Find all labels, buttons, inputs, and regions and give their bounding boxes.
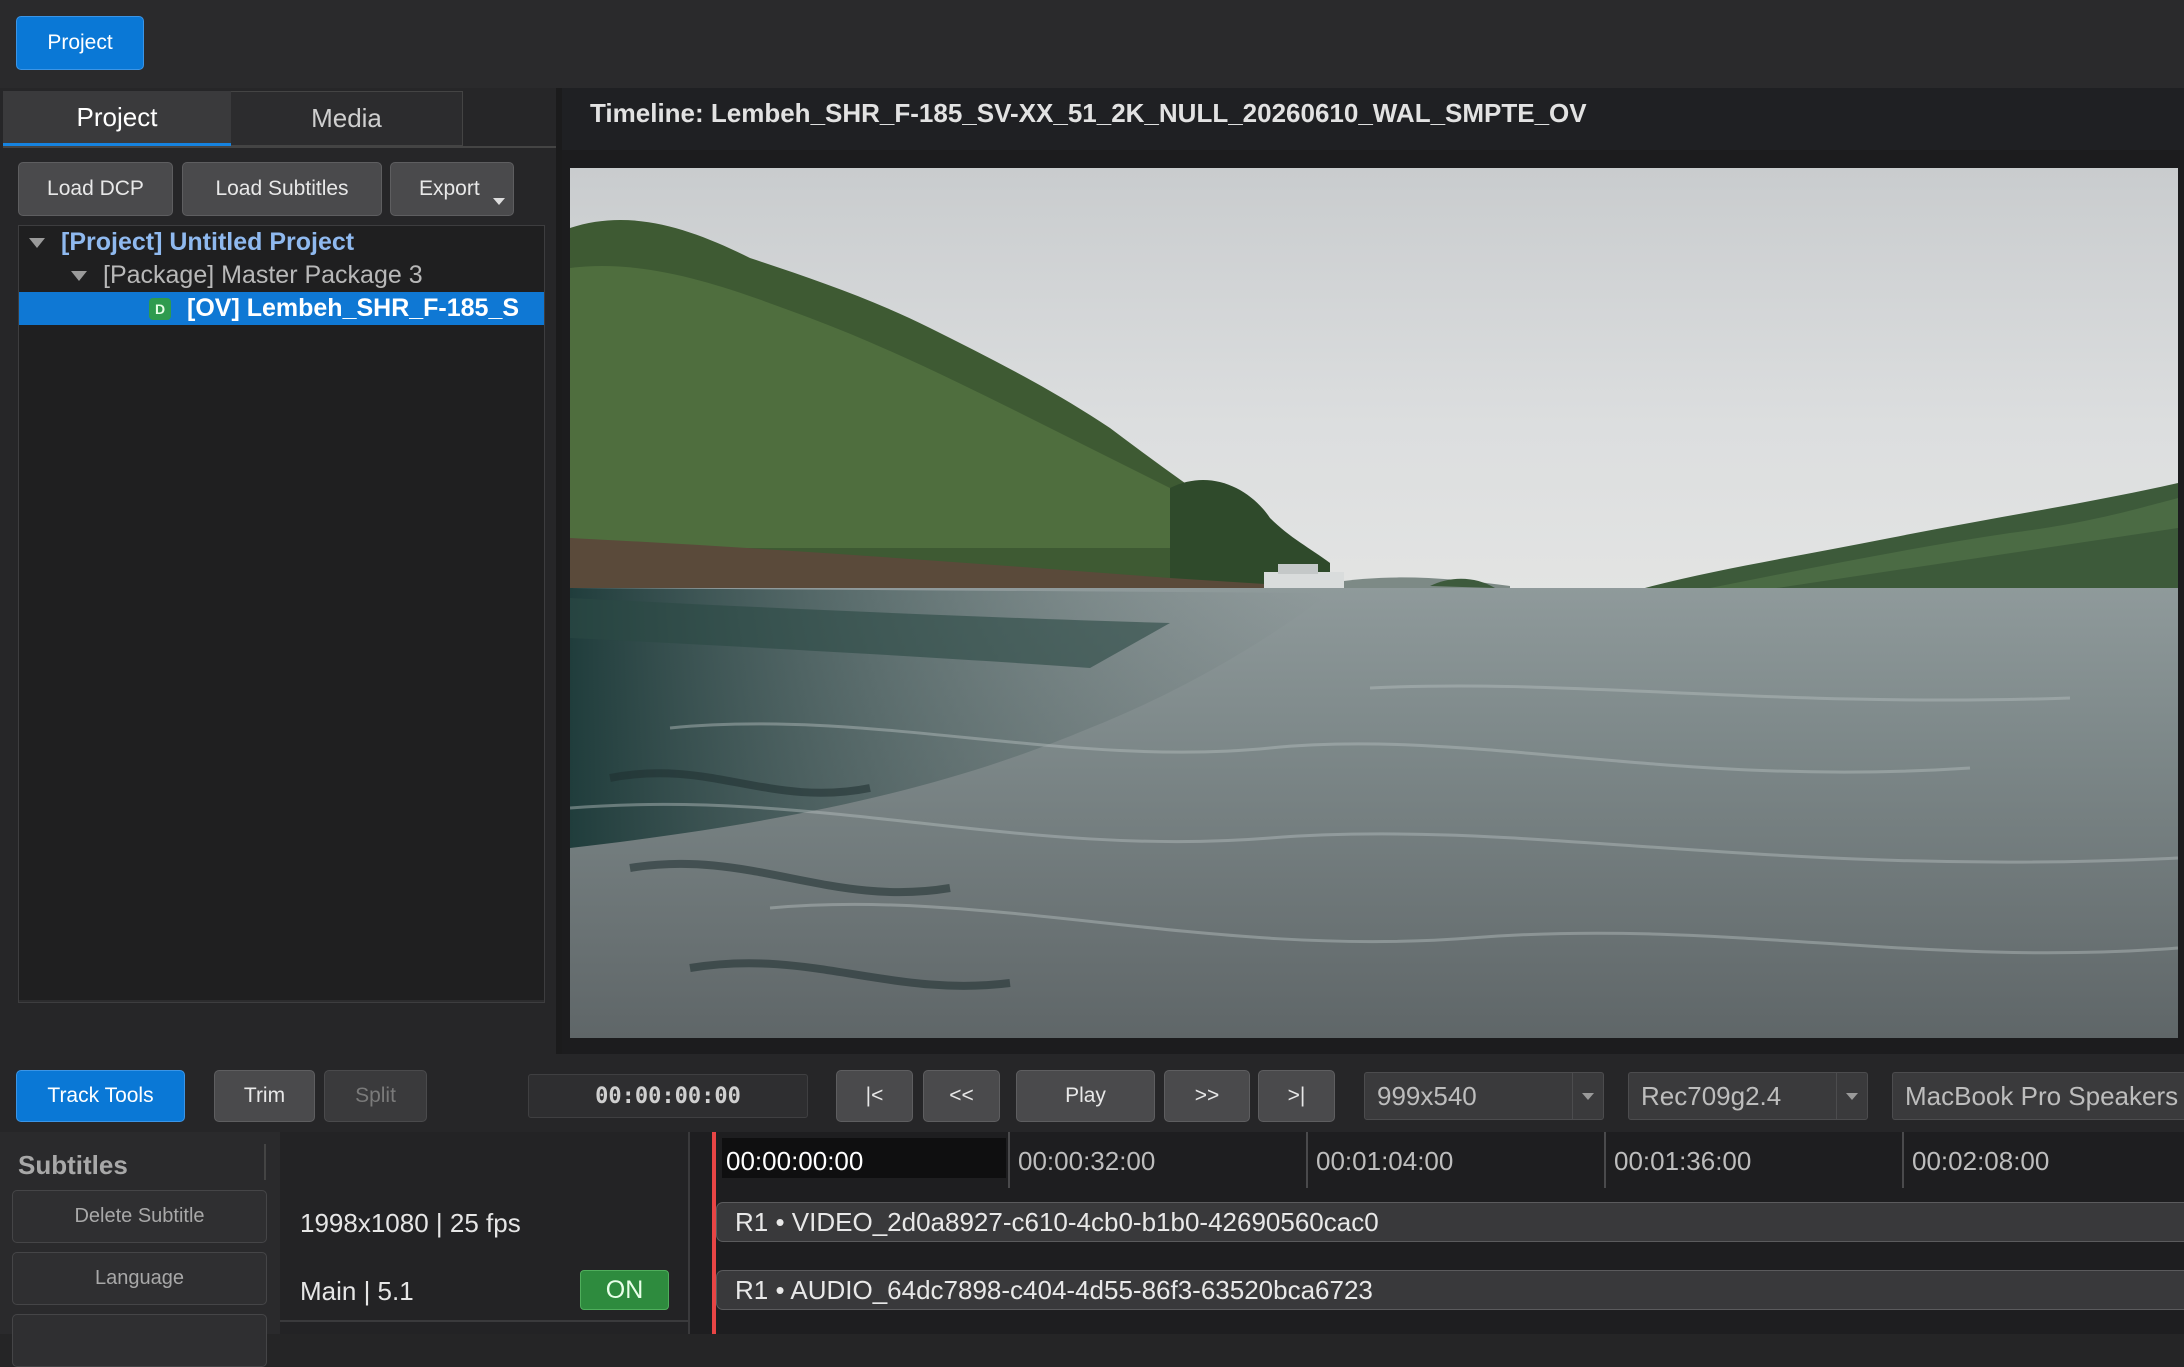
- ruler-label: 00:01:36:00: [1614, 1146, 1752, 1176]
- chevron-down-icon: [1572, 1073, 1603, 1119]
- timeline-title: Timeline: Lembeh_SHR_F-185_SV-XX_51_2K_N…: [590, 98, 1587, 128]
- project-button[interactable]: Project: [16, 16, 144, 70]
- delete-subtitle-button[interactable]: Delete Subtitle: [12, 1190, 267, 1243]
- tree-item-package[interactable]: [Package] Master Package 3: [19, 259, 544, 292]
- video-track-format: 1998x1080 | 25 fps: [300, 1208, 521, 1238]
- audio-output-select[interactable]: MacBook Pro Speakers: [1892, 1072, 2184, 1120]
- audio-track-clip[interactable]: R1 • AUDIO_64dc7898-c404-4d55-86f3-63520…: [716, 1270, 2184, 1310]
- tree-item-label: [Package] Master Package 3: [103, 261, 423, 289]
- top-toolbar: Project: [0, 0, 2184, 88]
- resolution-select-value: 999x540: [1377, 1080, 1477, 1111]
- audio-output-select-value: MacBook Pro Speakers: [1905, 1080, 2179, 1111]
- track-headers: 1998x1080 | 25 fps Main | 5.1 ON: [280, 1132, 690, 1334]
- video-frame: [570, 168, 2178, 1038]
- expand-triangle-icon[interactable]: [29, 237, 45, 248]
- dropdown-arrow-icon: [493, 198, 505, 205]
- go-to-end-button[interactable]: >|: [1258, 1070, 1335, 1122]
- dcp-badge-icon: D: [149, 297, 171, 320]
- ruler-tick: [1306, 1132, 1308, 1188]
- ruler-tick: [1604, 1132, 1606, 1188]
- track-separator: [280, 1320, 690, 1322]
- export-label: Export: [419, 177, 480, 200]
- colorspace-select-value: Rec709g2.4: [1641, 1080, 1782, 1111]
- viewer-title-bar: Timeline: Lembeh_SHR_F-185_SV-XX_51_2K_N…: [562, 88, 2184, 150]
- ruler-label: 00:02:08:00: [1912, 1146, 2050, 1176]
- timecode-display[interactable]: 00:00:00:00: [528, 1074, 808, 1118]
- ruler-tick: [1008, 1132, 1010, 1188]
- go-to-start-button[interactable]: |<: [836, 1070, 913, 1122]
- export-button[interactable]: Export: [390, 162, 514, 216]
- expand-triangle-icon[interactable]: [71, 270, 87, 281]
- track-tools-button[interactable]: Track Tools: [16, 1070, 185, 1122]
- fast-forward-button[interactable]: >>: [1164, 1070, 1250, 1122]
- horizontal-scrollbar[interactable]: [19, 1000, 544, 1002]
- tab-divider: [3, 146, 556, 148]
- divider: [264, 1144, 266, 1180]
- ruler-label: 00:00:32:00: [1018, 1146, 1156, 1176]
- ruler-tick: [1902, 1132, 1904, 1188]
- playhead[interactable]: [712, 1132, 716, 1334]
- ruler-label: 00:01:04:00: [1316, 1146, 1454, 1176]
- trim-button[interactable]: Trim: [214, 1070, 315, 1122]
- tab-project[interactable]: Project: [3, 91, 231, 146]
- tree-item-ov-selected[interactable]: D [OV] Lembeh_SHR_F-185_S: [19, 292, 544, 325]
- tree-item-label: [Project] Untitled Project: [61, 228, 355, 256]
- video-frame-image: [570, 168, 2178, 1038]
- colorspace-select[interactable]: Rec709g2.4: [1628, 1072, 1868, 1120]
- chevron-down-icon: [1836, 1073, 1867, 1119]
- transport-bar: Track Tools Trim Split 00:00:00:00 |< <<…: [0, 1054, 2184, 1132]
- load-subtitles-button[interactable]: Load Subtitles: [182, 162, 382, 216]
- subtitles-heading: Subtitles: [18, 1150, 128, 1180]
- audio-on-toggle[interactable]: ON: [580, 1270, 669, 1310]
- ruler-label: 00:00:00:00: [726, 1146, 864, 1176]
- tree-item-project[interactable]: [Project] Untitled Project: [19, 226, 544, 259]
- audio-track-format: Main | 5.1: [300, 1276, 414, 1306]
- resolution-select[interactable]: 999x540: [1364, 1072, 1604, 1120]
- split-button[interactable]: Split: [324, 1070, 427, 1122]
- language-button[interactable]: Language: [12, 1252, 267, 1305]
- play-button[interactable]: Play: [1016, 1070, 1155, 1122]
- rewind-button[interactable]: <<: [923, 1070, 1000, 1122]
- project-tree: [Project] Untitled Project [Package] Mas…: [18, 225, 545, 1003]
- subtitle-option-button[interactable]: [12, 1314, 267, 1367]
- tree-item-label: [OV] Lembeh_SHR_F-185_S: [187, 294, 520, 322]
- tab-media[interactable]: Media: [231, 91, 463, 146]
- load-dcp-button[interactable]: Load DCP: [18, 162, 173, 216]
- video-track-clip[interactable]: R1 • VIDEO_2d0a8927-c610-4cb0-b1b0-42690…: [716, 1202, 2184, 1242]
- subtitles-panel: Subtitles Delete Subtitle Language: [0, 1132, 280, 1367]
